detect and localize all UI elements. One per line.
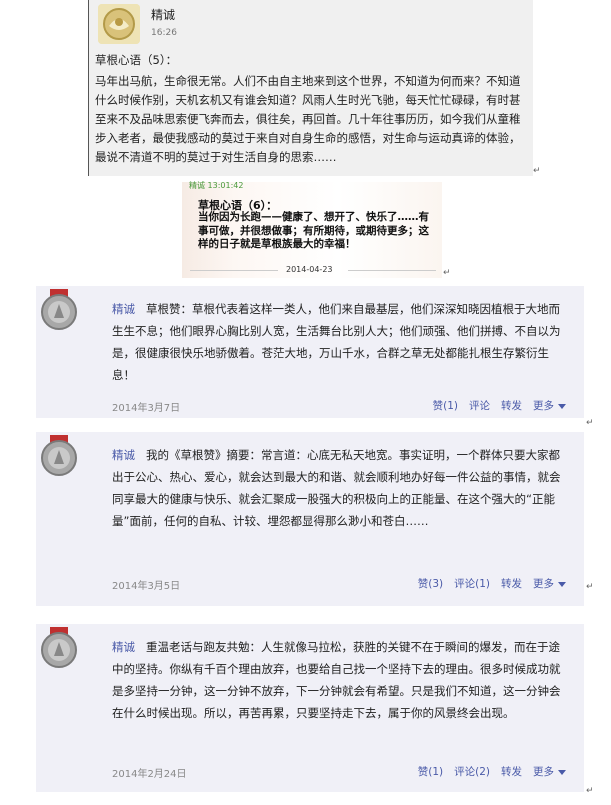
quote-image-card: 精诚 13:01:42 草根心语（6）： 当你因为长跑——健康了、想开了、快乐了… bbox=[182, 181, 442, 278]
like-button[interactable]: 赞(1) bbox=[418, 764, 443, 779]
paragraph-return-icon: ↵ bbox=[586, 418, 594, 428]
chat-message: 精诚 16:26 草根心语（5）： 马年出马航，生命很无常。人们不由自主地来到这… bbox=[88, 0, 533, 176]
paragraph-return-icon: ↵ bbox=[586, 582, 594, 592]
card-divider-left bbox=[190, 270, 278, 271]
more-button[interactable]: 更多 bbox=[533, 576, 566, 591]
dropdown-triangle-icon bbox=[558, 769, 566, 775]
like-button[interactable]: 赞(3) bbox=[418, 576, 443, 591]
avatar[interactable] bbox=[38, 289, 80, 331]
card-date: 2014-04-23 bbox=[286, 265, 333, 274]
post-actions: 赞(1) 评论(2) 转发 更多 bbox=[418, 764, 566, 779]
medal-avatar-icon bbox=[41, 627, 77, 668]
medal-avatar-icon bbox=[41, 435, 77, 476]
avatar[interactable] bbox=[38, 435, 80, 477]
comment-button[interactable]: 评论(1) bbox=[454, 576, 490, 591]
post-actions: 赞(3) 评论(1) 转发 更多 bbox=[418, 576, 566, 591]
card-divider-right bbox=[348, 270, 436, 271]
message-time: 16:26 bbox=[151, 28, 177, 38]
post-actions: 赞(1) 评论 转发 更多 bbox=[433, 398, 566, 413]
paragraph-return-icon: ↵ bbox=[443, 268, 451, 278]
post-date[interactable]: 2014年3月7日 bbox=[112, 399, 180, 414]
post-text: 精诚 我的《草根赞》摘要：常言道：心底无私天地宽。事实证明，一个群体只要大家都出… bbox=[112, 444, 570, 532]
card-sender: 精诚 13:01:42 bbox=[189, 181, 244, 190]
forward-button[interactable]: 转发 bbox=[501, 398, 522, 413]
more-button[interactable]: 更多 bbox=[533, 398, 566, 413]
more-label: 更多 bbox=[533, 578, 554, 590]
author-name[interactable]: 精诚 bbox=[112, 640, 135, 654]
dropdown-triangle-icon bbox=[558, 403, 566, 409]
post-date[interactable]: 2014年3月5日 bbox=[112, 577, 180, 592]
weibo-post: 精诚 草根赞：草根代表着这样一类人，他们来自最基层，他们深深知晓因植根于大地而生… bbox=[36, 286, 584, 418]
post-content: 重温老话与跑友共勉：人生就像马拉松，获胜的关键不在于瞬间的爆发，而在于途中的坚持… bbox=[112, 640, 561, 720]
like-button[interactable]: 赞(1) bbox=[433, 398, 458, 413]
post-text: 精诚 重温老话与跑友共勉：人生就像马拉松，获胜的关键不在于瞬间的爆发，而在于途中… bbox=[112, 636, 570, 724]
author-name[interactable]: 精诚 bbox=[112, 448, 135, 462]
weibo-post: 精诚 重温老话与跑友共勉：人生就像马拉松，获胜的关键不在于瞬间的爆发，而在于途中… bbox=[36, 624, 584, 792]
forward-button[interactable]: 转发 bbox=[501, 576, 522, 591]
comment-button[interactable]: 评论(2) bbox=[454, 764, 490, 779]
message-heading: 草根心语（5）： bbox=[95, 53, 178, 67]
card-body: 当你因为长跑——健康了、想开了、快乐了……有事可做，并很想做事；有所期待，或期待… bbox=[198, 211, 429, 250]
weibo-post: 精诚 我的《草根赞》摘要：常言道：心底无私天地宽。事实证明，一个群体只要大家都出… bbox=[36, 432, 584, 606]
more-label: 更多 bbox=[533, 766, 554, 778]
avatar[interactable] bbox=[98, 4, 140, 44]
paragraph-return-icon: ↵ bbox=[533, 166, 541, 176]
more-button[interactable]: 更多 bbox=[533, 764, 566, 779]
post-date[interactable]: 2014年2月24日 bbox=[112, 765, 187, 780]
comment-button[interactable]: 评论 bbox=[469, 398, 490, 413]
author-name[interactable]: 精诚 bbox=[112, 302, 135, 316]
sender-name: 精诚 bbox=[151, 8, 176, 22]
post-content: 我的《草根赞》摘要：常言道：心底无私天地宽。事实证明，一个群体只要大家都出于公心… bbox=[112, 448, 561, 528]
more-label: 更多 bbox=[533, 400, 554, 412]
avatar[interactable] bbox=[38, 627, 80, 669]
post-content: 草根赞：草根代表着这样一类人，他们来自最基层，他们深深知晓因植根于大地而生生不息… bbox=[112, 302, 561, 382]
post-text: 精诚 草根赞：草根代表着这样一类人，他们来自最基层，他们深深知晓因植根于大地而生… bbox=[112, 298, 570, 386]
medal-avatar-icon bbox=[41, 289, 77, 330]
message-body: 马年出马航，生命很无常。人们不由自主地来到这个世界，不知道为何而来？不知道什么时… bbox=[95, 74, 521, 164]
dropdown-triangle-icon bbox=[558, 581, 566, 587]
avatar-image bbox=[98, 4, 140, 44]
forward-button[interactable]: 转发 bbox=[501, 764, 522, 779]
paragraph-return-icon: ↵ bbox=[586, 786, 594, 796]
